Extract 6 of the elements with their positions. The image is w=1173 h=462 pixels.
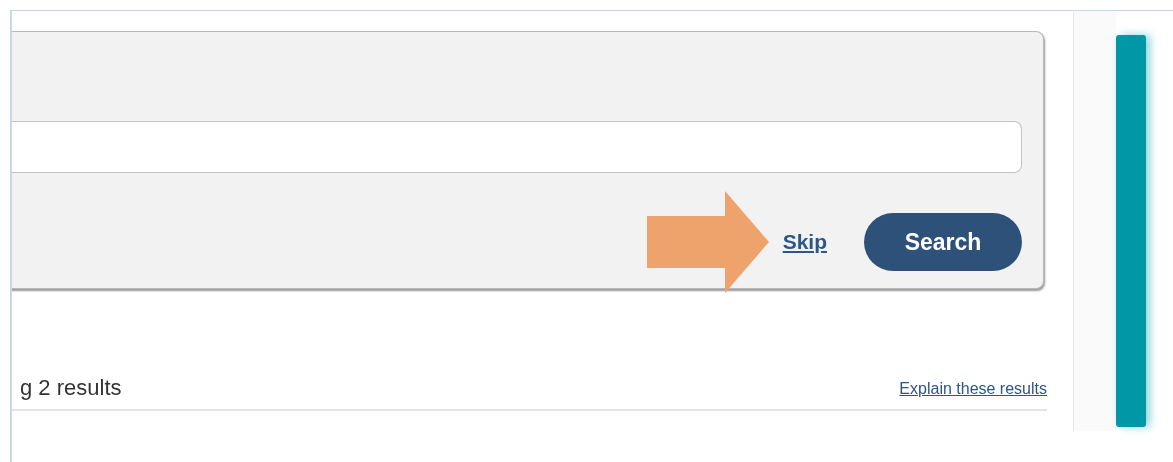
skip-link[interactable]: Skip (782, 230, 827, 254)
search-field[interactable] (12, 121, 1022, 173)
explain-link[interactable]: Explain these results (899, 380, 1047, 398)
results-count: g 2 results (20, 375, 122, 401)
arrow-icon (646, 191, 769, 293)
search-button[interactable]: Search (864, 213, 1022, 271)
